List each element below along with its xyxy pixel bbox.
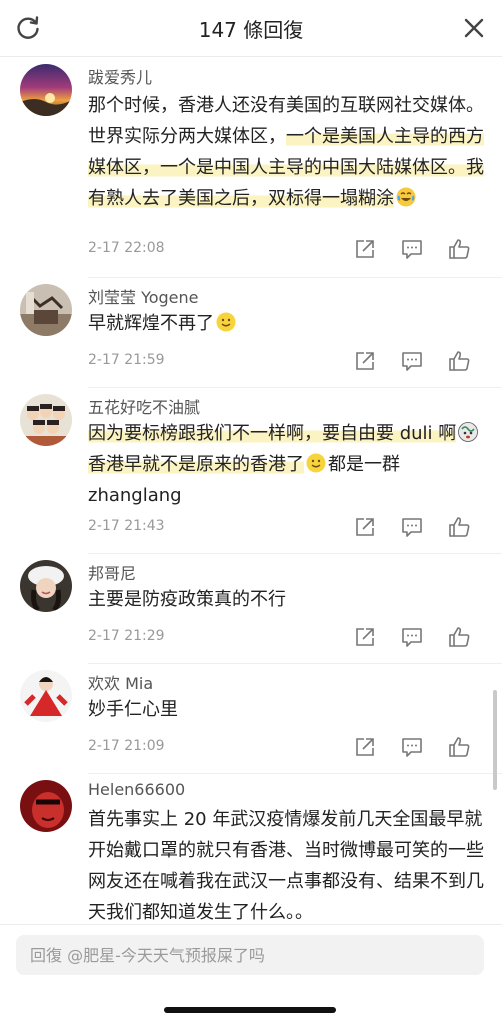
dizzy-face-emoji: [458, 422, 479, 442]
comment-text: 主要是防疫政策真的不行: [88, 589, 286, 610]
comment-time: 2-17 21:29: [88, 628, 165, 644]
laughing-tears-emoji: [396, 187, 416, 207]
like-icon[interactable]: [448, 350, 470, 372]
comment-time: 2-17 21:43: [88, 518, 165, 534]
comment-text-highlighted: 因为要标榜跟我们不一样啊，要自由要 duli 啊: [88, 423, 457, 444]
username[interactable]: 五花好吃不油腻: [88, 394, 200, 418]
comment-actions: [342, 626, 482, 648]
sunset-avatar[interactable]: [20, 64, 72, 116]
comment-item: 邦哥尼 主要是防疫政策真的不行 2-17 21:29: [0, 554, 502, 664]
comment-text: 早就辉煌不再了: [88, 308, 488, 339]
comment-text: 因为要标榜跟我们不一样啊，要自由要 duli 啊 香港早就不是原来的香港了 都是…: [88, 418, 488, 511]
scrollbar[interactable]: [493, 690, 497, 790]
comment-text-plain: 早就辉煌不再了: [88, 313, 214, 334]
comment-icon[interactable]: [401, 350, 423, 372]
comment-time: 2-17 21:59: [88, 352, 165, 368]
comment-list[interactable]: 跋爱秀儿 那个时候，香港人还没有美国的互联网社交媒体。世界实际分两大媒体区，一个…: [0, 56, 502, 924]
share-icon[interactable]: [354, 626, 376, 648]
comment-time: 2-17 22:08: [88, 240, 165, 256]
room-avatar[interactable]: [20, 284, 72, 336]
group-cartoon-avatar[interactable]: [20, 394, 72, 446]
username[interactable]: Helen66600: [88, 780, 185, 799]
top-bar: 147 條回復: [0, 0, 502, 57]
like-icon[interactable]: [448, 736, 470, 758]
username[interactable]: 邦哥尼: [88, 560, 136, 584]
comment-text: 那个时候，香港人还没有美国的互联网社交媒体。世界实际分两大媒体区，一个是美国人主…: [88, 90, 488, 214]
like-icon[interactable]: [448, 626, 470, 648]
comment-time: 2-17 21:09: [88, 738, 165, 754]
comment-text-highlighted: 香港早就不是原来的香港了: [88, 454, 304, 475]
red-face-avatar[interactable]: [20, 780, 72, 832]
replies-count-title: 147 條回復: [198, 18, 304, 42]
smiley-emoji: [216, 312, 236, 332]
comment-item: Helen66600 首先事实上 20 年武汉疫情爆发前几天全国最早就开始戴口罩…: [0, 774, 502, 924]
comment-icon[interactable]: [401, 626, 423, 648]
comment-actions: [342, 516, 482, 538]
comment-actions: [342, 350, 482, 372]
comment-item: 欢欢 Mia 妙手仁心里 2-17 21:09: [0, 664, 502, 774]
woman-hat-avatar[interactable]: [20, 560, 72, 612]
comment-icon[interactable]: [401, 736, 423, 758]
comment-item: 跋爱秀儿 那个时候，香港人还没有美国的互联网社交媒体。世界实际分两大媒体区，一个…: [0, 56, 502, 278]
comment-item: 五花好吃不油腻 因为要标榜跟我们不一样啊，要自由要 duli 啊 香港早就不是原…: [0, 388, 502, 554]
reply-input[interactable]: [16, 935, 484, 975]
share-icon[interactable]: [354, 238, 376, 260]
username[interactable]: 欢欢 Mia: [88, 670, 153, 694]
share-icon[interactable]: [354, 736, 376, 758]
share-icon[interactable]: [354, 516, 376, 538]
reply-bar: [0, 924, 502, 1025]
share-icon[interactable]: [354, 350, 376, 372]
comment-icon[interactable]: [401, 238, 423, 260]
red-dress-avatar[interactable]: [20, 670, 72, 722]
username[interactable]: 跋爱秀儿: [88, 64, 152, 88]
like-icon[interactable]: [448, 238, 470, 260]
username[interactable]: 刘莹莹 Yogene: [88, 284, 199, 308]
like-icon[interactable]: [448, 516, 470, 538]
comment-text: 首先事实上 20 年武汉疫情爆发前几天全国最早就开始戴口罩的就只有香港、当时微博…: [88, 809, 484, 923]
comment-icon[interactable]: [401, 516, 423, 538]
smiley-emoji: [306, 453, 326, 473]
home-indicator: [164, 1007, 336, 1013]
close-icon[interactable]: [460, 14, 488, 42]
comment-text: 妙手仁心里: [88, 699, 178, 720]
comment-actions: [342, 736, 482, 758]
comment-actions: [342, 238, 482, 260]
comment-item: 刘莹莹 Yogene 早就辉煌不再了 2-17 21:59: [0, 278, 502, 388]
